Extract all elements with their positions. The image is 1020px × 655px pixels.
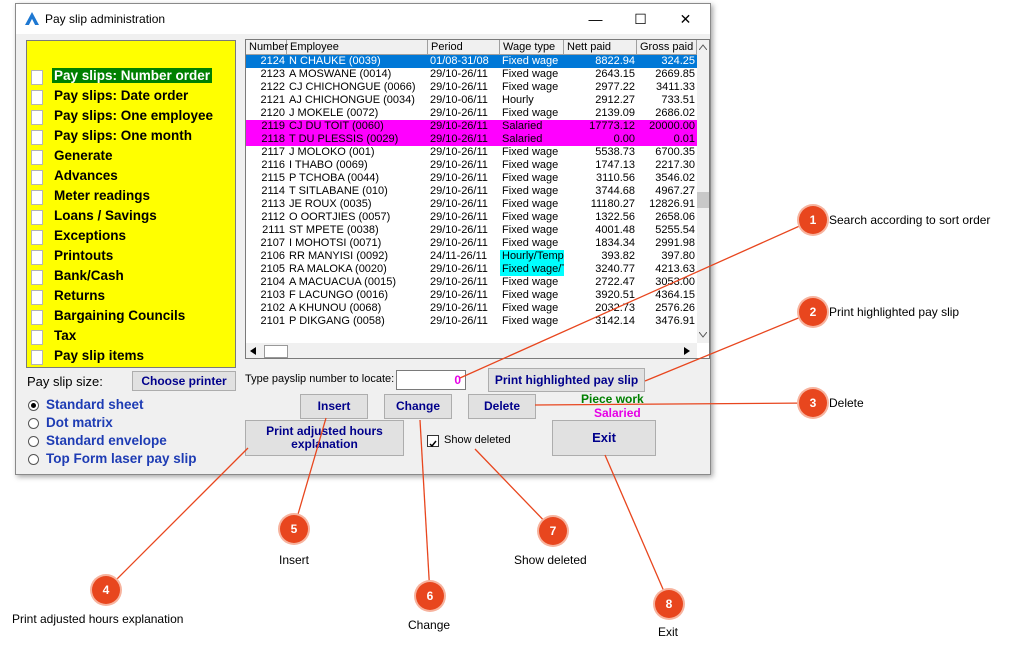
callout-text-6: Change <box>408 618 451 632</box>
callout-badge-7: 7 <box>539 517 567 545</box>
callout-badge-1: 1 <box>799 206 827 234</box>
callout-text-3: Delete <box>829 396 864 410</box>
callout-line-7 <box>474 448 554 531</box>
callout-line-3 <box>534 402 814 406</box>
callout-text-8: Exit <box>658 625 679 639</box>
callout-badge-3: 3 <box>799 389 827 417</box>
callout-text-7: Show deleted <box>514 553 587 567</box>
callout-lines <box>105 219 814 604</box>
callout-line-4 <box>105 447 249 591</box>
callout-line-6 <box>419 419 431 596</box>
callout-badge-5: 5 <box>280 515 308 543</box>
callout-badge-6: 6 <box>416 582 444 610</box>
callout-badge-8: 8 <box>655 590 683 618</box>
callout-line-1 <box>459 219 814 379</box>
callout-text-4: Print adjusted hours explanation <box>12 612 184 626</box>
callout-line-5 <box>293 417 327 529</box>
callout-text-1: Search according to sort order <box>829 213 991 227</box>
callout-text-2: Print highlighted pay slip <box>829 305 960 319</box>
callout-text-5: Insert <box>279 553 310 567</box>
callout-line-2 <box>644 311 814 382</box>
callout-badge-4: 4 <box>92 576 120 604</box>
callout-line-8 <box>604 454 670 604</box>
callout-badge-2: 2 <box>799 298 827 326</box>
